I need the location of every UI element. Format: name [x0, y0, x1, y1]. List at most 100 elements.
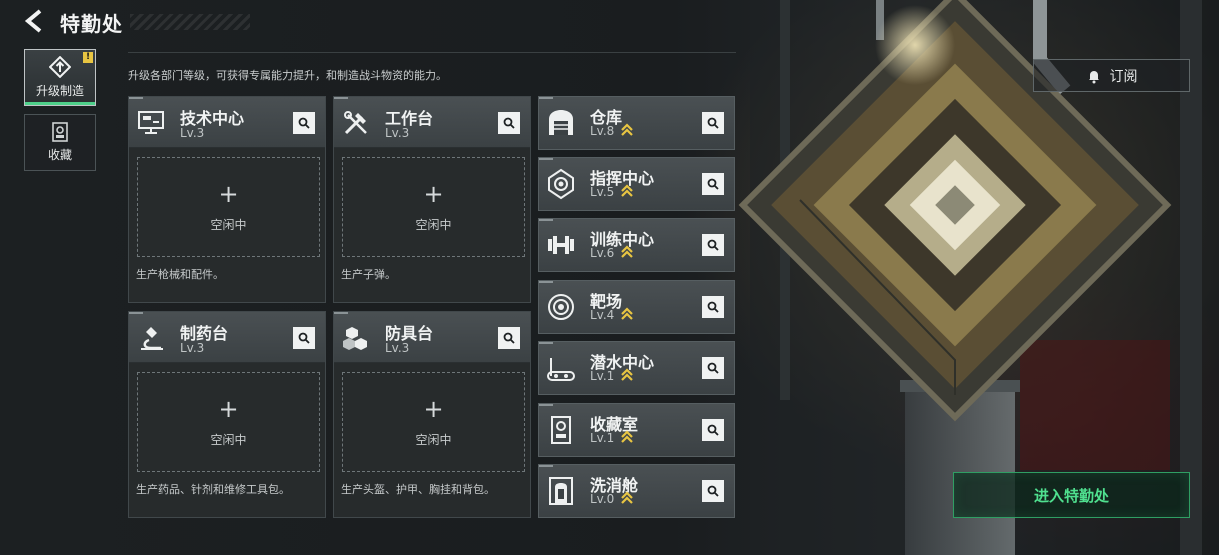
command-center-icon: [548, 168, 574, 200]
slot-status: 空闲中: [210, 218, 247, 232]
search-icon: [707, 362, 719, 374]
station-card-armor-bench: 防具台 Lv.3 + 空闲中 生产头盔、护甲、胸挂和背包。: [333, 311, 531, 518]
armor-blocks-icon: [343, 327, 367, 350]
enter-button-label: 进入特勤处: [1033, 486, 1109, 505]
diving-icon: [547, 358, 575, 381]
upgrade-available-icon: [621, 245, 633, 258]
facility-row-decontamination[interactable]: 洗消舱 Lv.0: [538, 464, 735, 518]
search-icon: [707, 239, 719, 251]
facility-row-shooting-range[interactable]: 靶场 Lv.4: [538, 280, 735, 334]
nav-tab-label: 升级制造: [35, 84, 84, 98]
facility-level: Lv.4: [590, 308, 615, 322]
facility-level: Lv.5: [590, 185, 615, 199]
production-slot[interactable]: + 空闲中: [342, 157, 525, 257]
station-card-header: 防具台 Lv.3: [334, 312, 530, 363]
station-description: 生产头盔、护甲、胸挂和背包。: [341, 483, 495, 496]
notification-badge: !: [83, 52, 93, 63]
production-slot[interactable]: + 空闲中: [137, 157, 320, 257]
facility-level: Lv.8: [590, 124, 615, 138]
search-icon: [503, 117, 515, 129]
inspect-button[interactable]: [702, 357, 724, 379]
collection-room-icon: [551, 416, 571, 444]
title-decoration: [130, 14, 250, 30]
upgrade-available-icon: [621, 368, 633, 381]
station-description: 生产药品、针剂和维修工具包。: [136, 483, 290, 496]
facility-row-warehouse[interactable]: 仓库 Lv.8: [538, 96, 735, 150]
slot-status: 空闲中: [210, 433, 247, 447]
nav-tab-label: 收藏: [47, 148, 72, 162]
inspect-button[interactable]: [702, 112, 724, 134]
search-icon: [298, 117, 310, 129]
facility-row-collection-room[interactable]: 收藏室 Lv.1: [538, 403, 735, 457]
decontamination-icon: [549, 477, 573, 505]
slot-status: 空闲中: [415, 218, 452, 232]
add-icon: +: [218, 180, 239, 208]
search-icon: [707, 178, 719, 190]
inspect-button[interactable]: [702, 419, 724, 441]
add-icon: +: [423, 180, 444, 208]
divider: [128, 52, 736, 53]
inspect-button[interactable]: [498, 112, 520, 134]
microscope-icon: [141, 327, 163, 350]
inspect-button[interactable]: [498, 327, 520, 349]
station-card-tech-center: 技术中心 Lv.3 + 空闲中 生产枪械和配件。: [128, 96, 326, 303]
enter-special-ops-button[interactable]: 进入特勤处: [953, 472, 1190, 518]
station-level: Lv.3: [180, 126, 205, 140]
facility-row-command-center[interactable]: 指挥中心 Lv.5: [538, 157, 735, 211]
nav-tab-collection[interactable]: 收藏: [24, 114, 96, 171]
section-description: 升级各部门等级，可获得专属能力提升，和制造战斗物资的能力。: [128, 69, 447, 82]
search-icon: [707, 485, 719, 497]
upgrade-available-icon: [621, 430, 633, 443]
station-card-header: 工作台 Lv.3: [334, 97, 530, 148]
production-slot[interactable]: + 空闲中: [342, 372, 525, 472]
station-card-header: 技术中心 Lv.3: [129, 97, 325, 148]
inspect-button[interactable]: [702, 173, 724, 195]
inspect-button[interactable]: [702, 234, 724, 256]
page-title: 特勤处: [60, 12, 123, 36]
computer-icon: [138, 111, 164, 134]
add-icon: +: [218, 395, 239, 423]
target-icon: [548, 294, 574, 320]
search-icon: [503, 332, 515, 344]
upgrade-available-icon: [621, 491, 633, 504]
inspect-button[interactable]: [293, 112, 315, 134]
upgrade-available-icon: [621, 123, 633, 136]
station-card-workbench: 工作台 Lv.3 + 空闲中 生产子弹。: [333, 96, 531, 303]
search-icon: [707, 301, 719, 313]
dumbbell-icon: [548, 236, 574, 254]
search-icon: [298, 332, 310, 344]
facility-level: Lv.1: [590, 431, 615, 445]
search-icon: [707, 424, 719, 436]
upgrade-build-icon: [49, 56, 71, 78]
slot-status: 空闲中: [415, 433, 452, 447]
nav-tab-upgrade-build[interactable]: ! 升级制造: [24, 49, 96, 106]
inspect-button[interactable]: [702, 296, 724, 318]
station-description: 生产子弹。: [341, 268, 396, 281]
warehouse-icon: [549, 110, 573, 135]
upgrade-available-icon: [621, 307, 633, 320]
inspect-button[interactable]: [293, 327, 315, 349]
facility-row-training-center[interactable]: 训练中心 Lv.6: [538, 218, 735, 272]
station-card-header: 制药台 Lv.3: [129, 312, 325, 363]
tools-icon: [344, 111, 367, 135]
inspect-button[interactable]: [702, 480, 724, 502]
back-button[interactable]: [22, 8, 48, 34]
add-icon: +: [423, 395, 444, 423]
search-icon: [707, 117, 719, 129]
facility-level: Lv.0: [590, 492, 615, 506]
collection-icon: [52, 122, 68, 142]
production-slot[interactable]: + 空闲中: [137, 372, 320, 472]
upgrade-available-icon: [621, 184, 633, 197]
subscribe-label: 订阅: [1109, 68, 1138, 85]
bell-icon: [1088, 70, 1099, 83]
back-arrow-icon: [24, 9, 42, 33]
facility-level: Lv.1: [590, 369, 615, 383]
station-level: Lv.3: [180, 341, 205, 355]
station-card-pharmacy: 制药台 Lv.3 + 空闲中 生产药品、针剂和维修工具包。: [128, 311, 326, 518]
facility-level: Lv.6: [590, 246, 615, 260]
station-level: Lv.3: [385, 126, 410, 140]
facility-row-diving-center[interactable]: 潜水中心 Lv.1: [538, 341, 735, 395]
station-level: Lv.3: [385, 341, 410, 355]
subscribe-button[interactable]: 订阅: [1033, 59, 1190, 92]
station-description: 生产枪械和配件。: [136, 268, 224, 281]
